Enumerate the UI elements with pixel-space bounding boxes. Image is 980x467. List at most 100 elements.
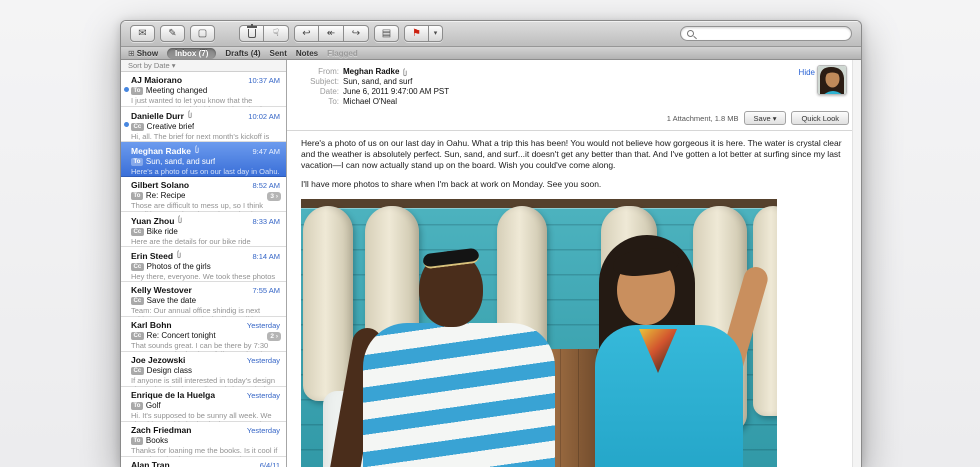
list-item[interactable]: Joe JezowskiYesterday CcDesign class If … [121,352,286,387]
sender-avatar [817,65,847,95]
subject: Books [146,436,168,445]
list-item[interactable]: Gilbert Solano8:52 AM ToRe: Recipe Those… [121,177,286,212]
hide-details-link[interactable]: Hide [799,68,815,77]
delete-junk-group: ☟ [239,25,289,42]
message-header: From: Meghan Radke Subject:Sun, sand, an… [287,60,861,107]
favorite-inbox[interactable]: Inbox (7) [167,48,216,59]
recipient-badge: To [131,402,143,410]
sender: Kelly Westover [131,285,192,295]
time: Yesterday [247,321,280,330]
sender: Karl Bohn [131,320,172,330]
chevron-down-icon: ▾ [434,26,438,41]
compose-button[interactable]: ✎ [160,25,185,42]
reply-icon: ↩ [302,26,310,41]
from-value: Meghan Radke [343,67,399,77]
thread-count-badge: 2 › [267,332,281,341]
list-item[interactable]: Danielle Durr10:02 AM CcCreative brief H… [121,107,286,142]
recipient-badge: To [131,192,143,200]
reply-group: ↩ ↞ ↪ [294,25,369,42]
recipient-badge: Cc [131,123,144,131]
paperclip-icon [187,110,193,119]
sender: Erin Steed [131,251,173,261]
note-button[interactable]: ▢ [190,25,215,42]
favorite-sent[interactable]: Sent [270,49,287,58]
list-item[interactable]: AJ Maiorano10:37 AM ToMeeting changed I … [121,72,286,107]
note-icon: ▢ [198,26,207,41]
favorite-notes[interactable]: Notes [296,49,318,58]
subject: Design class [147,366,192,375]
subject: Bike ride [147,227,178,236]
message-body: Here's a photo of us on our last day in … [287,131,861,198]
paperclip-icon [176,250,182,259]
message-view-pane: From: Meghan Radke Subject:Sun, sand, an… [287,60,861,467]
mail-window: ✉ ✎ ▢ ☟ ↩ ↞ ↪ ▤ ⚑ ▾ ⊞ Show Inbox (7) Dra… [120,20,862,467]
scrollbar[interactable] [852,60,861,467]
sort-label: Sort by Date ▾ [128,61,176,70]
recipient-badge: Cc [131,297,144,305]
sender: Yuan Zhou [131,216,174,226]
time: Yesterday [247,356,280,365]
search-input[interactable] [698,29,845,38]
body-paragraph: I'll have more photos to share when I'm … [301,179,847,190]
toolbar: ✉ ✎ ▢ ☟ ↩ ↞ ↪ ▤ ⚑ ▾ [121,21,861,47]
paperclip-icon [177,215,183,224]
date-label: Date: [297,87,343,97]
sender: Alan Tran [131,460,170,467]
list-item[interactable]: Erin Steed8:14 AM CcPhotos of the girls … [121,247,286,282]
time: 8:14 AM [252,252,280,261]
sender: Zach Friedman [131,425,191,435]
reply-all-button[interactable]: ↞ [319,25,344,42]
content-area: Sort by Date ▾ AJ Maiorano10:37 AM ToMee… [121,60,861,467]
list-item[interactable]: Zach FriedmanYesterday ToBooks Thanks fo… [121,422,286,457]
flag-button[interactable]: ⚑ [404,25,429,42]
reply-button[interactable]: ↩ [294,25,319,42]
attachment-photo[interactable] [301,199,777,467]
sender: Meghan Radke [131,146,191,156]
recipient-badge: To [131,437,143,445]
show-icon: ⊞ [128,49,135,58]
favorite-drafts[interactable]: Drafts (4) [225,49,260,58]
delete-button[interactable] [239,25,264,42]
recipient-badge: To [131,158,143,166]
sender: Gilbert Solano [131,180,189,190]
avatar-image [818,66,847,95]
subject: Re: Concert tonight [147,331,216,340]
time: 10:37 AM [248,76,280,85]
sort-by-button[interactable]: Sort by Date ▾ [121,60,286,72]
list-item[interactable]: Karl BohnYesterday CcRe: Concert tonight… [121,317,286,352]
time: 8:52 AM [252,181,280,190]
list-item-selected[interactable]: Meghan Radke9:47 AM ToSun, sand, and sur… [121,142,286,177]
subject-label: Subject: [297,77,343,87]
junk-button[interactable]: ☟ [264,25,289,42]
subject: Save the date [147,296,196,305]
body-paragraph: Here's a photo of us on our last day in … [301,138,847,171]
subject: Photos of the girls [147,262,211,271]
forward-button[interactable]: ↪ [344,25,369,42]
time: 10:02 AM [248,112,280,121]
sender: AJ Maiorano [131,75,182,85]
quick-look-button[interactable]: Quick Look [791,111,849,125]
search-field[interactable] [680,26,852,41]
archive-button[interactable]: ▤ [374,25,399,42]
sender: Enrique de la Huelga [131,390,215,400]
paperclip-icon [194,145,200,154]
envelope-icon: ✉ [138,26,146,41]
list-item[interactable]: Yuan Zhou8:33 AM CcBike ride Here are th… [121,212,286,247]
list-item[interactable]: Alan Tran 6/4/11 [121,457,286,467]
list-item[interactable]: Kelly Westover7:55 AM CcSave the date Te… [121,282,286,317]
get-mail-button[interactable]: ✉ [130,25,155,42]
compose-icon: ✎ [168,26,176,41]
time: 6/4/11 [260,461,280,467]
list-item[interactable]: Enrique de la HuelgaYesterday ToGolf Hi.… [121,387,286,422]
recipient-badge: Cc [131,228,144,236]
save-attachment-button[interactable]: Save ▾ [744,111,787,125]
show-mailboxes-button[interactable]: ⊞ Show [128,49,158,58]
message-list-pane: Sort by Date ▾ AJ Maiorano10:37 AM ToMee… [121,60,287,467]
subject: Sun, sand, and surf [146,157,215,166]
to-value: Michael O'Neal [343,97,397,107]
thumbs-down-icon: ☟ [273,26,279,41]
unread-dot [124,87,129,92]
flag-dropdown-button[interactable]: ▾ [429,25,443,42]
message-list: AJ Maiorano10:37 AM ToMeeting changed I … [121,72,286,467]
subject: Re: Recipe [146,191,186,200]
